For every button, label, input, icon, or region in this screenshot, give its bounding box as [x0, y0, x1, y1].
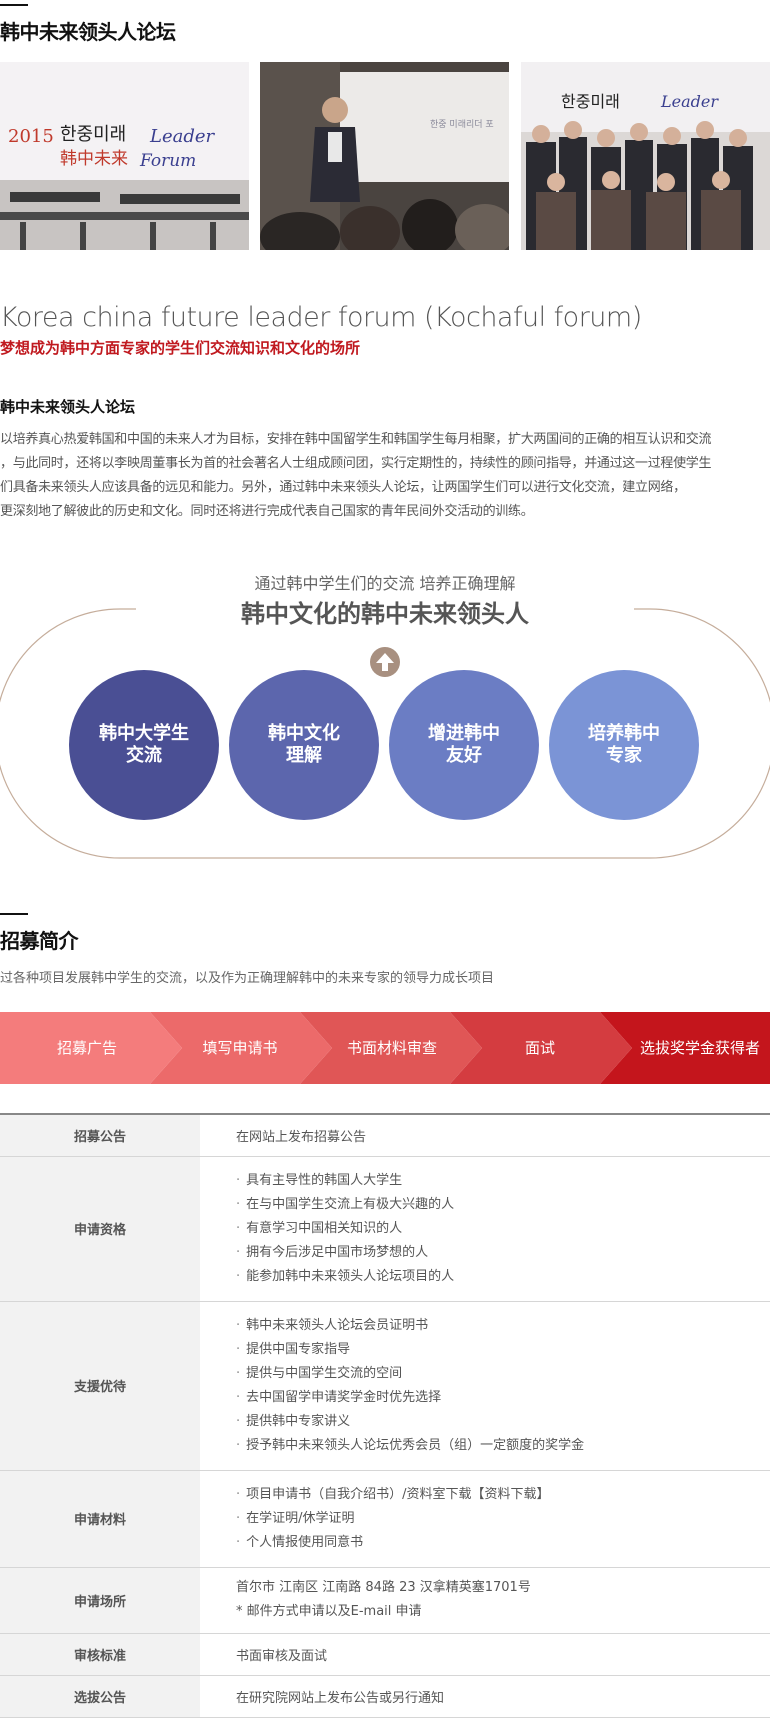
goal-circle-experts: 培养韩中 专家 — [549, 670, 699, 820]
list-item: 具有主导性的韩国人大学生 — [236, 1169, 770, 1193]
list-item: 能参加韩中未来领头人论坛项目的人 — [236, 1265, 770, 1289]
group-photo: 한중미래 Leader — [521, 62, 770, 250]
list-item: 提供中国专家指导 — [236, 1338, 770, 1362]
banner-year: 2015 — [8, 126, 54, 147]
english-forum-title: Korea china future leader forum (Kochafu… — [0, 302, 642, 333]
goals-diagram: 通过韩中学生们的交流 培养正确理解 韩中文化的韩中未来领头人 韩中大学生 交流 韩… — [0, 570, 770, 870]
goal-line: 韩中文化 — [268, 723, 340, 744]
list-item: 提供与中国学生交流的空间 — [236, 1362, 770, 1386]
svg-text:Leader: Leader — [660, 92, 719, 111]
goal-line: 增进韩中 — [428, 723, 500, 744]
table-row: 支援优待 韩中未来领头人论坛会员证明书 提供中国专家指导 提供与中国学生交流的空… — [0, 1301, 770, 1471]
banner-forum: Forum — [139, 151, 196, 171]
list-item: 有意学习中国相关知识的人 — [236, 1217, 770, 1241]
list-item: 拥有今后涉足中国市场梦想的人 — [236, 1241, 770, 1265]
row-label: 申请场所 — [0, 1567, 200, 1634]
row-label: 审核标准 — [0, 1633, 200, 1676]
paragraph-line: 以培养真心热爱韩国和中国的未来人才为目标，安排在韩中国留学生和韩国学生每月相聚，… — [0, 432, 712, 447]
list-item: 个人情报使用同意书 — [236, 1531, 770, 1555]
row-value: 书面审核及面试 — [200, 1633, 770, 1676]
lecture-photo: 한중 미래리더 포 — [260, 62, 509, 250]
banner-chinese: 韩中未来 — [60, 149, 128, 169]
list-item: 韩中未来领头人论坛会员证明书 — [236, 1314, 770, 1338]
row-label: 申请资格 — [0, 1156, 200, 1302]
about-paragraph: 以培养真心热爱韩国和中国的未来人才为目标，安排在韩中国留学生和韩国学生每月相聚，… — [0, 428, 770, 524]
recruit-process-steps: 招募广告 填写申请书 书面材料审查 面试 选拔奖学金获得者 — [0, 1012, 770, 1084]
list-item: 提供韩中专家讲义 — [236, 1410, 770, 1434]
banner-leader: Leader — [149, 126, 216, 147]
step-document-review: 书面材料审查 — [346, 1039, 437, 1057]
up-arrow-icon — [370, 647, 400, 677]
screen-text: 한중 미래리더 포 — [430, 119, 494, 130]
forum-banner-photo: 2015 한중미래 Leader 韩中未来 Forum — [0, 62, 249, 250]
chinese-forum-subtitle: 梦想成为韩中方面专家的学生们交流知识和文化的场所 — [0, 339, 361, 357]
step-interview: 面试 — [524, 1039, 555, 1057]
table-row: 申请材料 项目申请书（自我介绍书）/资料室下载【资料下载】 在学证明/休学证明 … — [0, 1470, 770, 1568]
recruit-intro: 过各种项目发展韩中学生的交流，以及作为正确理解韩中的未来专家的领导力成长项目 — [0, 971, 495, 986]
table-row: 申请资格 具有主导性的韩国人大学生 在与中国学生交流上有极大兴趣的人 有意学习中… — [0, 1156, 770, 1302]
table-row: 招募公告 在网站上发布招募公告 — [0, 1114, 770, 1157]
recruit-info-table: 招募公告 在网站上发布招募公告 申请资格 具有主导性的韩国人大学生 在与中国学生… — [0, 1113, 770, 1718]
goal-circle-understanding: 韩中文化 理解 — [229, 670, 379, 820]
row-value: 在网站上发布招募公告 — [200, 1114, 770, 1157]
step-recruit-ad: 招募广告 — [56, 1039, 117, 1057]
list-item: 在学证明/休学证明 — [236, 1507, 770, 1531]
table-row: 选拔公告 在研究院网站上发布公告或另行通知 — [0, 1675, 770, 1718]
goal-line: 友好 — [446, 745, 482, 766]
table-row: 审核标准 书面审核及面试 — [0, 1633, 770, 1676]
qualification-list: 具有主导性的韩国人大学生 在与中国学生交流上有极大兴趣的人 有意学习中国相关知识… — [236, 1157, 770, 1301]
goal-line: 培养韩中 — [588, 723, 660, 744]
photo-gallery: 2015 한중미래 Leader 韩中未来 Forum 한중 미래리더 포 한중… — [0, 62, 770, 250]
goal-line: 理解 — [286, 745, 322, 766]
step-scholarship-selection: 选拔奖学金获得者 — [639, 1039, 760, 1057]
row-label: 招募公告 — [0, 1114, 200, 1157]
row-label: 申请材料 — [0, 1470, 200, 1568]
benefits-list: 韩中未来领头人论坛会员证明书 提供中国专家指导 提供与中国学生交流的空间 去中国… — [236, 1302, 770, 1470]
goal-circle-exchange: 韩中大学生 交流 — [69, 670, 219, 820]
paragraph-line: 们具备未来领头人应该具备的远见和能力。另外，通过韩中未来领头人论坛，让两国学生们… — [0, 480, 686, 495]
goal-line: 专家 — [606, 745, 642, 766]
forum-section-title: 韩中未来领头人论坛 — [0, 4, 176, 45]
application-note: * 邮件方式申请以及E-mail 申请 — [236, 1604, 422, 1619]
table-row: 申请场所 首尔市 江南区 江南路 84路 23 汉拿精英塞1701号 * 邮件方… — [0, 1567, 770, 1634]
row-label: 支援优待 — [0, 1301, 200, 1471]
goal-line: 韩中大学生 — [99, 723, 189, 744]
list-item: 项目申请书（自我介绍书）/资料室下载【资料下载】 — [236, 1483, 770, 1507]
address-line: 首尔市 江南区 江南路 84路 23 汉拿精英塞1701号 — [236, 1580, 531, 1595]
row-label: 选拔公告 — [0, 1675, 200, 1718]
paragraph-line: ，与此同时，还将以李映周董事长为首的社会著名人士组成顾问团，实行定期性的，持续性… — [0, 456, 712, 471]
step-application-form: 填写申请书 — [202, 1039, 278, 1057]
banner-korean: 한중미래 — [60, 124, 126, 145]
recruit-section-title: 招募简介 — [0, 913, 79, 954]
list-item: 在与中国学生交流上有极大兴趣的人 — [236, 1193, 770, 1217]
paragraph-line: 更深刻地了解彼此的历史和文化。同时还将进行完成代表自己国家的青年民间外交活动的训… — [0, 504, 534, 519]
svg-text:한중미래: 한중미래 — [561, 92, 620, 111]
list-item: 去中国留学申请奖学金时优先选择 — [236, 1386, 770, 1410]
row-value: 在研究院网站上发布公告或另行通知 — [200, 1675, 770, 1718]
list-item: 授予韩中未来领头人论坛优秀会员（组）一定额度的奖学金 — [236, 1434, 770, 1458]
documents-list: 项目申请书（自我介绍书）/资料室下载【资料下载】 在学证明/休学证明 个人情报使… — [236, 1471, 770, 1567]
goal-line: 交流 — [126, 745, 162, 766]
about-heading: 韩中未来领头人论坛 — [0, 398, 136, 416]
diagram-subtitle: 通过韩中学生们的交流 培养正确理解 — [254, 574, 516, 593]
diagram-title: 韩中文化的韩中未来领头人 — [241, 600, 529, 628]
goal-circle-friendship: 增进韩中 友好 — [389, 670, 539, 820]
